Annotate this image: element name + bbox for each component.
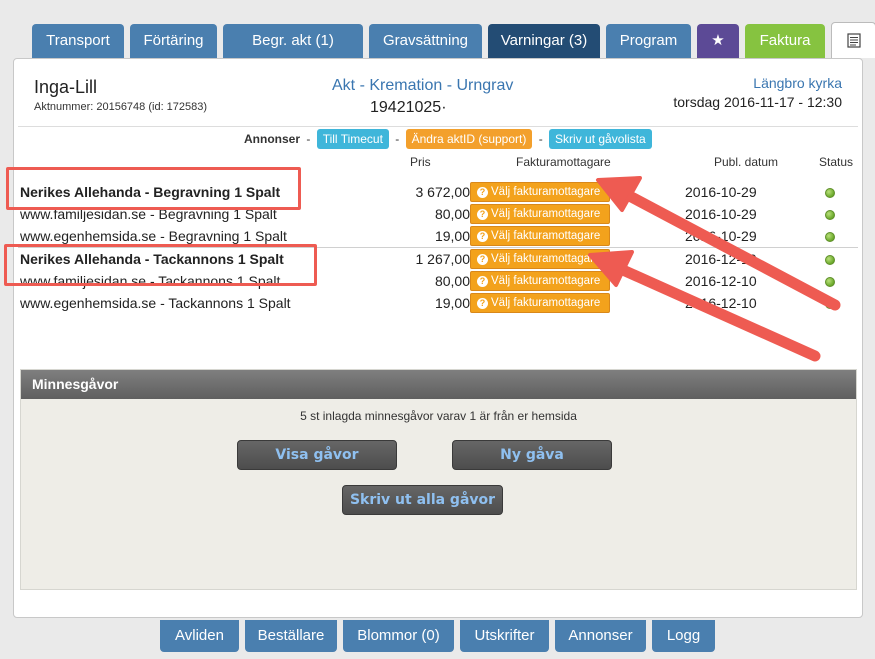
button-label: Välj fakturamottagare <box>491 297 601 309</box>
col-publ-datum: Publ. datum <box>714 155 779 169</box>
tab-favorite[interactable]: ★ <box>697 24 739 58</box>
annonser-label: Annonser <box>244 132 301 146</box>
ad-name: www.egenhemsida.se - Tackannons 1 Spalt <box>20 295 291 311</box>
valj-fakturamottagare-button[interactable]: ? Välj fakturamottagare <box>470 293 610 313</box>
tab-program[interactable]: Program <box>606 24 691 58</box>
question-icon: ? <box>477 209 488 220</box>
status-dot-icon <box>825 210 835 220</box>
tab-bestallare[interactable]: Beställare <box>245 620 337 652</box>
tab-begr-akt[interactable]: Begr. akt (1) <box>223 24 363 58</box>
church-link[interactable]: Längbro kyrka <box>753 75 842 91</box>
ceremony-datetime: torsdag 2016-11-17 - 12:30 <box>673 94 842 110</box>
case-title[interactable]: Akt - Kremation - Urngrav <box>332 77 513 95</box>
publ-date: 2016-12-10 <box>685 251 757 267</box>
highlight-box <box>6 167 301 210</box>
tab-notes[interactable] <box>831 22 875 58</box>
minnesgavor-info: 5 st inlagda minnesgåvor varav 1 är från… <box>300 409 577 423</box>
tab-utskrifter[interactable]: Utskrifter <box>460 620 549 652</box>
ad-price: 80,00 <box>434 206 470 222</box>
personal-number: 19421025· <box>370 99 447 116</box>
tab-avliden[interactable]: Avliden <box>160 620 239 652</box>
publ-date: 2016-10-29 <box>685 228 757 244</box>
col-status: Status <box>819 155 854 169</box>
question-icon: ? <box>477 231 488 242</box>
status-dot-icon <box>825 255 835 265</box>
question-icon: ? <box>477 254 488 265</box>
publ-date: 2016-12-10 <box>685 273 757 289</box>
separator: - <box>538 132 543 146</box>
table-row: www.egenhemsida.se - Tackannons 1 Spalt … <box>20 292 858 314</box>
question-icon: ? <box>477 298 488 309</box>
annonser-toolbar: Annonser - Till Timecut - Ändra aktID (s… <box>244 129 652 151</box>
valj-fakturamottagare-button[interactable]: ? Välj fakturamottagare <box>470 182 610 202</box>
aktnummer: Aktnummer: 20156748 (id: 172583) <box>34 101 208 113</box>
status-dot-icon <box>825 277 835 287</box>
tab-logg[interactable]: Logg <box>652 620 715 652</box>
valj-fakturamottagare-button[interactable]: ? Välj fakturamottagare <box>470 271 610 291</box>
skriv-ut-gavolista-button[interactable]: Skriv ut gåvolista <box>549 129 652 149</box>
status-dot-icon <box>825 188 835 198</box>
valj-fakturamottagare-button[interactable]: ? Välj fakturamottagare <box>470 226 610 246</box>
divider <box>18 126 858 127</box>
star-icon: ★ <box>711 32 725 49</box>
valj-fakturamottagare-button[interactable]: ? Välj fakturamottagare <box>470 204 610 224</box>
publ-date: 2016-12-10 <box>685 295 757 311</box>
minnesgavor-title: Minnesgåvor <box>21 370 856 399</box>
tab-transport[interactable]: Transport <box>32 24 124 58</box>
valj-fakturamottagare-button[interactable]: ? Välj fakturamottagare <box>470 249 610 269</box>
main-panel: Inga-Lill Aktnummer: 20156748 (id: 17258… <box>13 58 863 618</box>
button-label: Välj fakturamottagare <box>491 275 601 287</box>
button-label: Välj fakturamottagare <box>491 186 601 198</box>
tab-faktura[interactable]: Faktura <box>745 24 825 58</box>
minnesgavor-section: Minnesgåvor 5 st inlagda minnesgåvor var… <box>20 369 857 590</box>
publ-date: 2016-10-29 <box>685 206 757 222</box>
ad-price: 1 267,00 <box>415 251 471 267</box>
publ-date: 2016-10-29 <box>685 184 757 200</box>
button-label: Välj fakturamottagare <box>491 253 601 265</box>
question-icon: ? <box>477 187 488 198</box>
col-fakturamottagare: Fakturamottagare <box>516 155 611 169</box>
status-dot-icon <box>825 299 835 309</box>
notepad-icon <box>846 33 861 48</box>
tab-annonser[interactable]: Annonser <box>555 620 646 652</box>
ad-price: 80,00 <box>434 273 470 289</box>
status-dot-icon <box>825 232 835 242</box>
button-label: Välj fakturamottagare <box>491 230 601 242</box>
separator: - <box>395 132 400 146</box>
question-icon: ? <box>477 276 488 287</box>
separator: - <box>306 132 311 146</box>
ny-gava-button[interactable]: Ny gåva <box>452 440 612 470</box>
tab-varningar[interactable]: Varningar (3) <box>488 24 600 58</box>
visa-gavor-button[interactable]: Visa gåvor <box>237 440 397 470</box>
highlight-box <box>4 244 317 286</box>
deceased-name: Inga-Lill <box>34 77 98 97</box>
andra-aktid-button[interactable]: Ändra aktID (support) <box>405 129 533 149</box>
till-timecut-button[interactable]: Till Timecut <box>316 129 389 149</box>
ad-price: 19,00 <box>434 228 470 244</box>
ad-price: 19,00 <box>434 295 470 311</box>
tab-blommor[interactable]: Blommor (0) <box>343 620 454 652</box>
tab-fortaring[interactable]: Förtäring <box>130 24 217 58</box>
ad-price: 3 672,00 <box>415 184 471 200</box>
skriv-ut-alla-gavor-button[interactable]: Skriv ut alla gåvor <box>342 485 503 515</box>
tab-gravsattning[interactable]: Gravsättning <box>369 24 482 58</box>
button-label: Välj fakturamottagare <box>491 208 601 220</box>
col-pris: Pris <box>410 155 431 169</box>
